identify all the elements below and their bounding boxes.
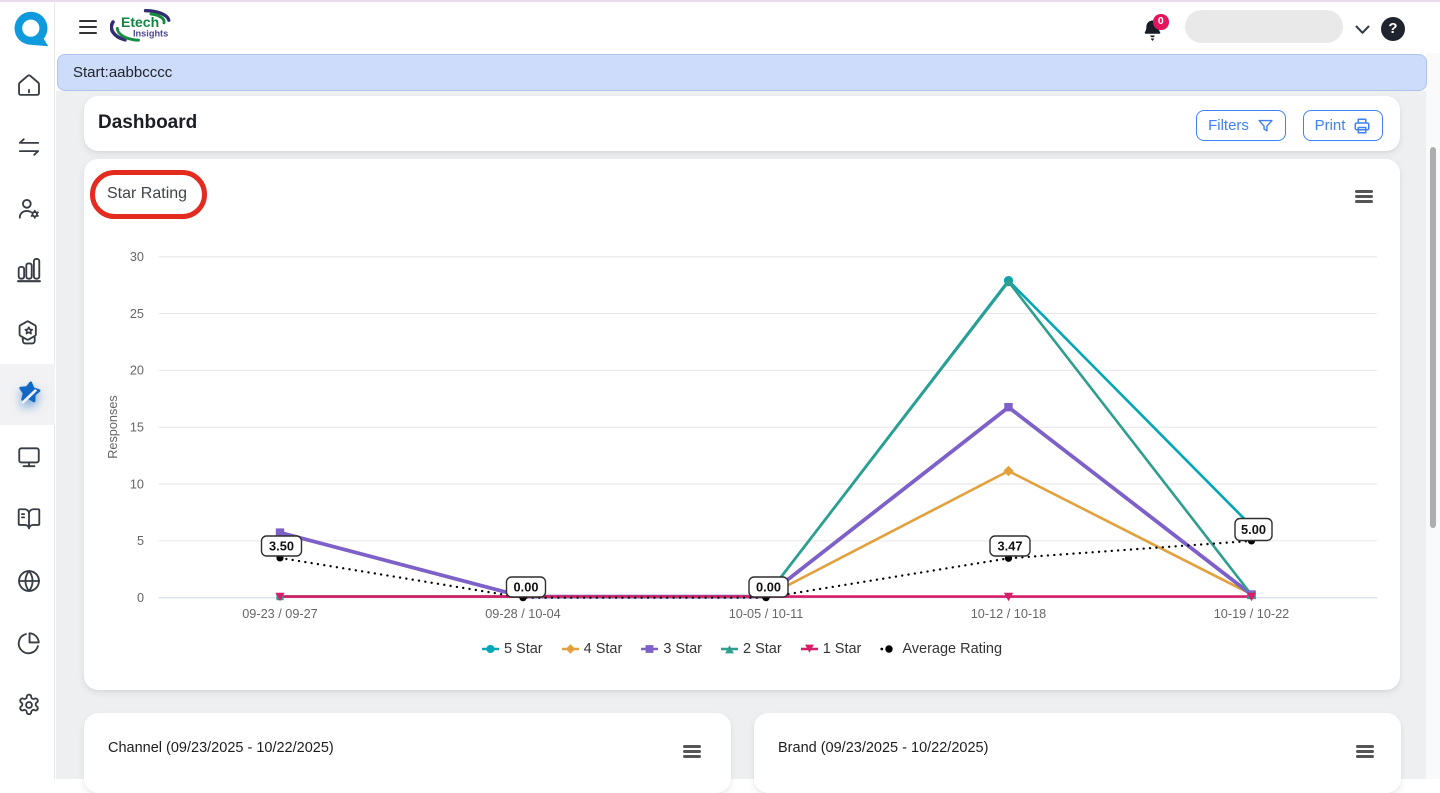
svg-text:10: 10 bbox=[130, 477, 144, 491]
svg-text:0.00: 0.00 bbox=[514, 580, 539, 595]
svg-text:09-23 / 09-27: 09-23 / 09-27 bbox=[242, 607, 317, 621]
svg-text:Responses: Responses bbox=[106, 395, 120, 458]
svg-text:10-05 / 10-11: 10-05 / 10-11 bbox=[729, 607, 804, 621]
svg-text:3.47: 3.47 bbox=[998, 539, 1023, 554]
svg-text:30: 30 bbox=[130, 250, 144, 264]
svg-text:10-12 / 10-18: 10-12 / 10-18 bbox=[971, 607, 1046, 621]
svg-text:25: 25 bbox=[130, 307, 144, 321]
svg-text:15: 15 bbox=[130, 421, 144, 435]
svg-text:3.50: 3.50 bbox=[269, 539, 294, 554]
svg-text:5: 5 bbox=[137, 534, 144, 548]
svg-text:Insights: Insights bbox=[133, 29, 168, 39]
svg-text:0.00: 0.00 bbox=[756, 580, 781, 595]
svg-text:5.00: 5.00 bbox=[1241, 522, 1266, 537]
svg-text:09-28 / 10-04: 09-28 / 10-04 bbox=[485, 607, 560, 621]
svg-text:20: 20 bbox=[130, 364, 144, 378]
svg-text:10-19 / 10-22: 10-19 / 10-22 bbox=[1214, 607, 1289, 621]
svg-text:0: 0 bbox=[137, 591, 144, 605]
